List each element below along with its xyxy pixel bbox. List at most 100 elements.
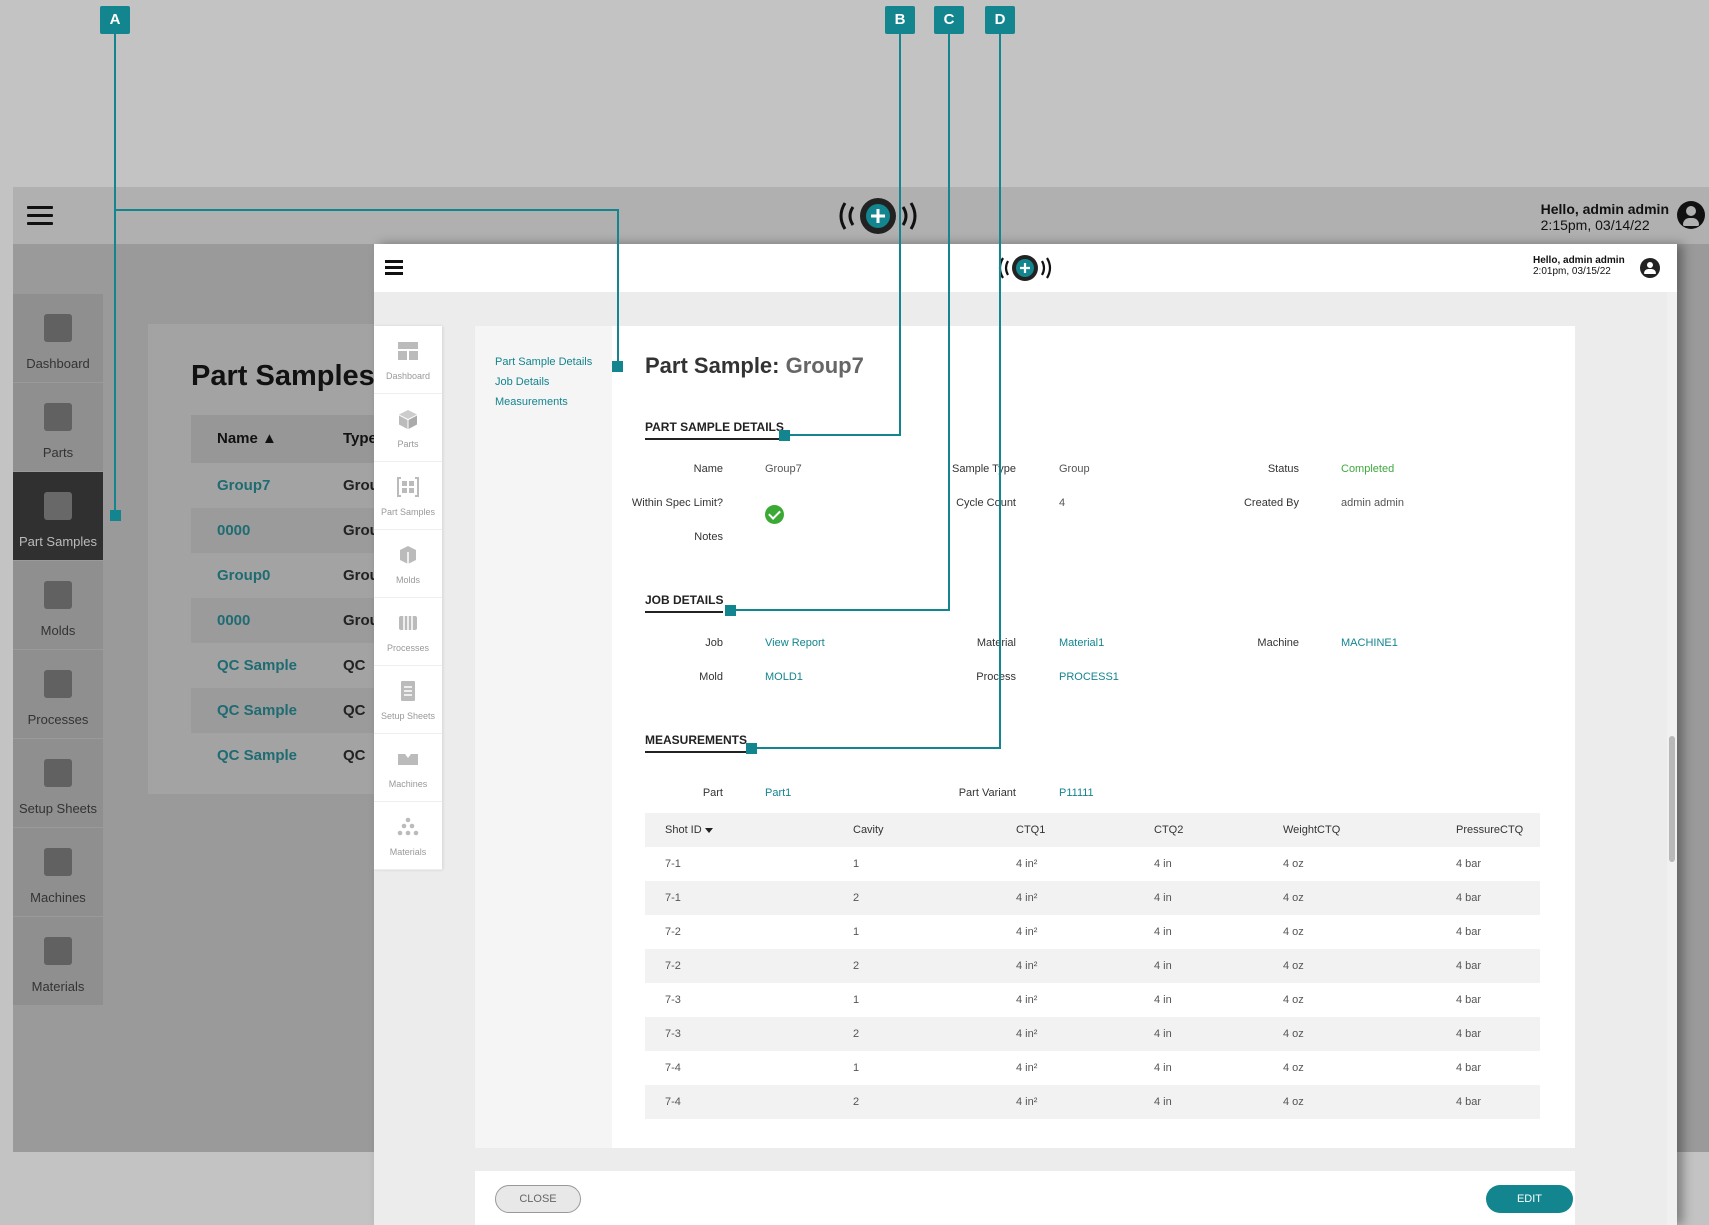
created-by-value: admin admin [1341,497,1404,509]
title-value: Group7 [785,353,864,378]
page-title: Part Sample: Group7 [645,353,864,379]
toc-link-job-details[interactable]: Job Details [495,376,549,388]
status-value: Completed [1341,463,1395,475]
sidebar-item-setup-sheets[interactable]: Setup Sheets [374,666,442,734]
parts-icon [44,403,72,431]
col-weightctq[interactable]: WeightCTQ [1283,824,1340,836]
back-row-name[interactable]: 0000 [217,612,250,629]
sample-type-value: Group [1059,463,1090,475]
part-samples-icon [397,477,419,497]
part-variant-link[interactable]: P11111 [1059,787,1094,799]
back-row-name[interactable]: QC Sample [217,747,297,764]
col-ctq2[interactable]: CTQ2 [1154,824,1183,836]
machine-link[interactable]: MACHINE1 [1341,637,1398,649]
back-nav-label: Molds [40,623,76,638]
back-nav-dashboard[interactable]: Dashboard [13,294,103,383]
back-table-row[interactable]: Group7 Grou [191,463,381,508]
measurements-table: Shot ID Cavity CTQ1 CTQ2 WeightCTQ Press… [645,813,1540,1119]
edit-button[interactable]: EDIT [1486,1185,1573,1213]
callout-badge-c: C [934,6,964,34]
cycle-count-value: 4 [1059,497,1066,509]
cell-pressurectq: 4 bar [1456,994,1482,1006]
back-row-name[interactable]: Group0 [217,567,270,584]
cell-shot-id: 7-1 [665,858,681,870]
callout-badge-a: A [100,6,130,34]
back-nav-part-samples[interactable]: Part Samples [13,472,103,561]
material-link[interactable]: Material1 [1059,637,1104,649]
chevron-left-icon[interactable]: ‹ [616,357,620,372]
back-nav-label: Materials [31,979,85,994]
back-table-row[interactable]: 0000 Grou [191,598,381,643]
cell-weightctq: 4 oz [1283,858,1304,870]
back-table-row[interactable]: QC Sample QC [191,643,381,688]
back-nav-label: Machines [30,890,86,905]
scrollbar-thumb[interactable] [1669,736,1675,862]
materials-icon [397,817,419,836]
cell-shot-id: 7-4 [665,1096,681,1108]
col-ctq1[interactable]: CTQ1 [1016,824,1045,836]
scrollbar[interactable] [1667,292,1677,1225]
back-nav-processes[interactable]: Processes [13,650,103,739]
col-shot-id[interactable]: Shot ID [665,824,713,836]
sidebar-item-parts[interactable]: Parts [374,394,442,462]
back-header: Hello, admin admin 2:15pm, 03/14/22 [13,187,1709,244]
part-variant-label: Part Variant [958,787,1016,799]
cell-ctq1: 4 in² [1016,926,1038,938]
back-table-row[interactable]: Group0 Grou [191,553,381,598]
cell-ctq2: 4 in [1154,1096,1172,1108]
cell-ctq1: 4 in² [1016,1028,1038,1040]
cell-ctq1: 4 in² [1016,1062,1038,1074]
parts-icon [399,410,417,429]
back-table-row[interactable]: QC Sample QC [191,688,381,733]
processes-icon [399,616,417,630]
back-avatar-icon[interactable] [1677,201,1705,229]
machines-icon [398,754,418,765]
sidebar-item-label: Parts [397,439,419,449]
col-pressurectq[interactable]: PressureCTQ [1456,824,1523,836]
user-greeting: Hello, admin admin 2:01pm, 03/15/22 [1533,255,1625,277]
sidebar-item-part-samples[interactable]: Part Samples [374,462,442,530]
sidebar-item-processes[interactable]: Processes [374,598,442,666]
toc-link-measurements[interactable]: Measurements [495,396,568,408]
back-col-type[interactable]: Type [343,430,377,447]
cell-shot-id: 7-3 [665,1028,681,1040]
back-menu-icon[interactable] [27,206,53,226]
back-row-name[interactable]: QC Sample [217,657,297,674]
sidebar-item-materials[interactable]: Materials [374,802,442,870]
sidebar-item-dashboard[interactable]: Dashboard [374,326,442,394]
molds-icon [400,546,416,564]
sidebar-item-molds[interactable]: Molds [374,530,442,598]
menu-icon[interactable] [385,260,403,275]
back-nav-materials[interactable]: Materials [13,917,103,1006]
back-col-name[interactable]: Name ▲ [217,430,277,447]
back-nav-parts[interactable]: Parts [13,383,103,472]
back-page-title: Part Samples [191,360,375,392]
cell-cavity: 2 [853,1028,860,1040]
back-row-name[interactable]: 0000 [217,522,250,539]
back-row-name[interactable]: Group7 [217,477,270,494]
cell-weightctq: 4 oz [1283,1096,1304,1108]
part-link[interactable]: Part1 [765,787,791,799]
back-table-row[interactable]: QC Sample QC [191,733,381,778]
back-nav-molds[interactable]: Molds [13,561,103,650]
mold-link[interactable]: MOLD1 [765,671,803,683]
avatar-icon[interactable] [1640,258,1660,278]
sample-type-label: Sample Type [951,463,1016,475]
dashboard-icon [44,314,72,342]
col-cavity[interactable]: Cavity [853,824,884,836]
cell-ctq1: 4 in² [1016,994,1038,1006]
toc-link-part-sample-details[interactable]: Part Sample Details [495,356,592,368]
close-button[interactable]: CLOSE [495,1185,581,1213]
job-view-report-link[interactable]: View Report [765,637,825,649]
cell-ctq1: 4 in² [1016,1096,1038,1108]
cell-cavity: 2 [853,1096,860,1108]
process-link[interactable]: PROCESS1 [1059,671,1119,683]
back-nav-machines[interactable]: Machines [13,828,103,917]
sidebar-item-machines[interactable]: Machines [374,734,442,802]
cell-weightctq: 4 oz [1283,926,1304,938]
back-nav-setup-sheets[interactable]: Setup Sheets [13,739,103,828]
back-nav-label: Parts [42,445,74,460]
back-row-name[interactable]: QC Sample [217,702,297,719]
table-row: 7-3 2 4 in² 4 in 4 oz 4 bar [645,1017,1540,1051]
back-table-row[interactable]: 0000 Grou [191,508,381,553]
